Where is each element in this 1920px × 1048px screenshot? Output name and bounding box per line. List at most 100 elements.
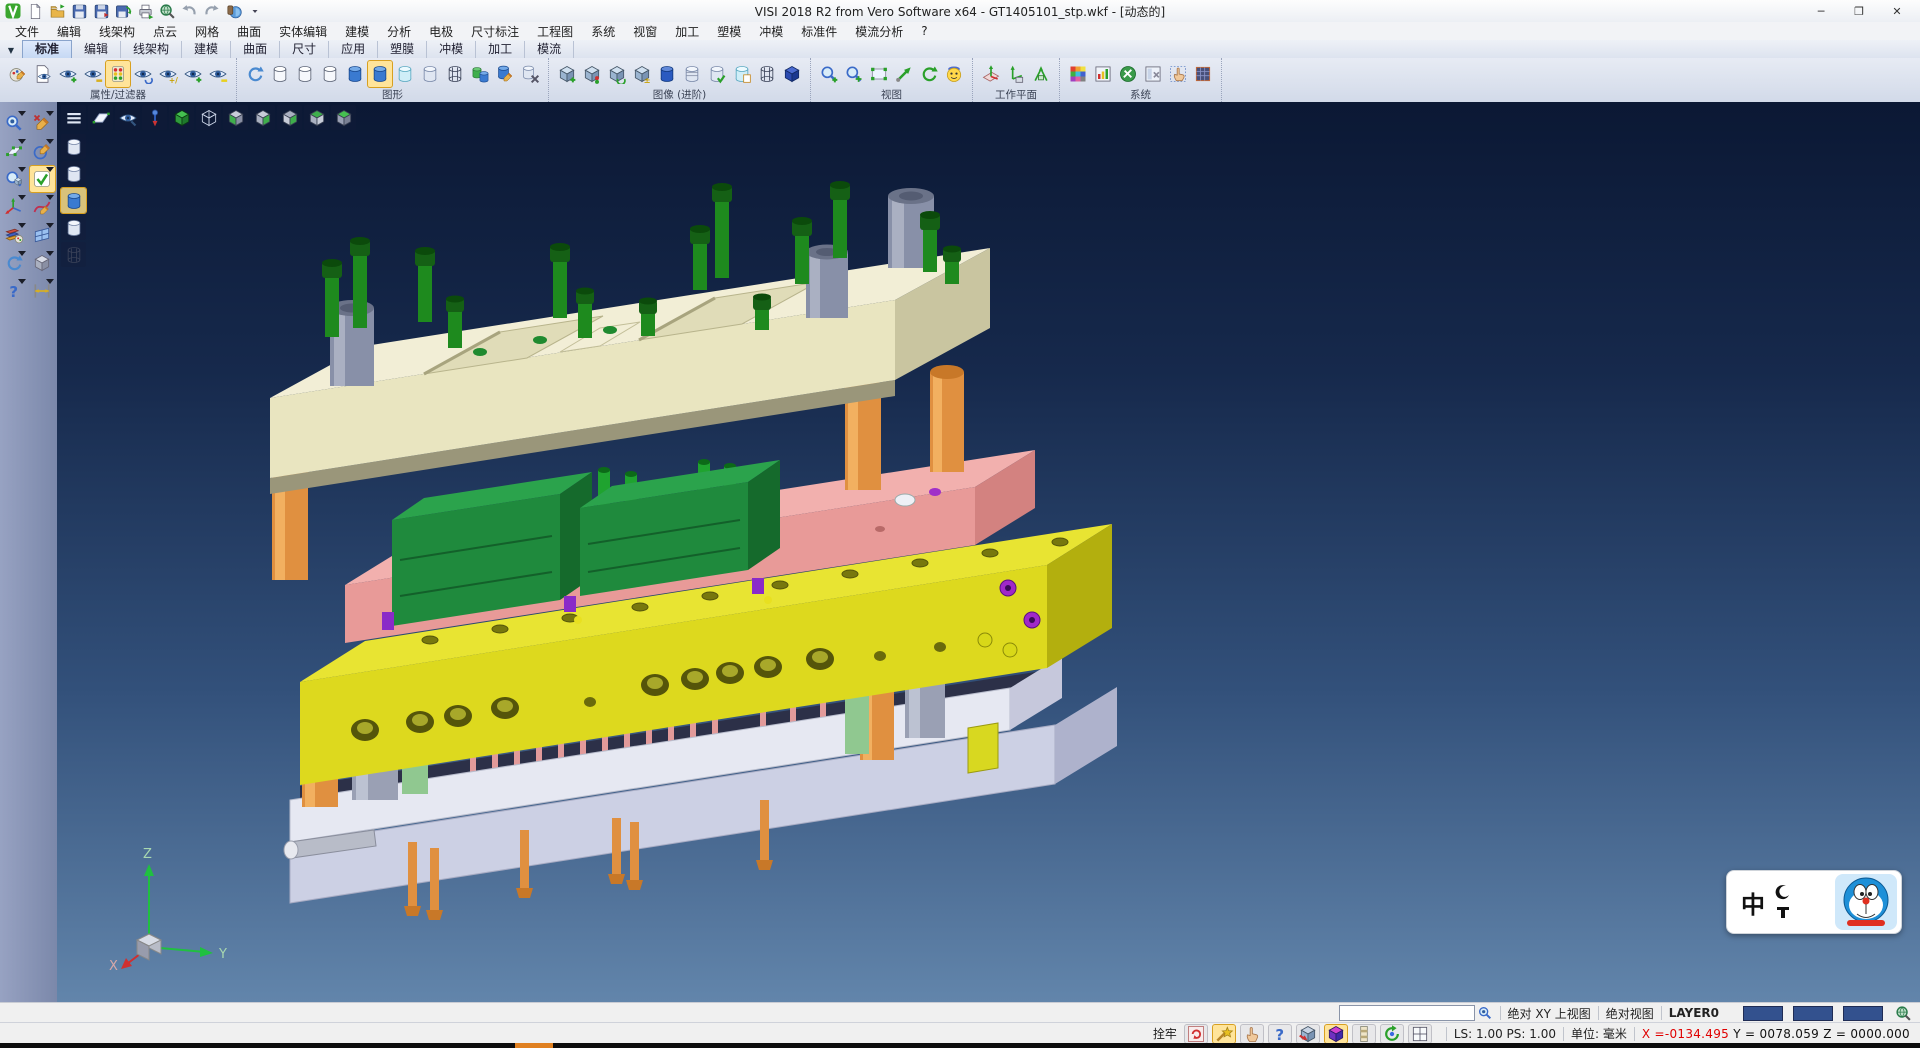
menu-item-4[interactable]: 网格 bbox=[186, 23, 228, 40]
traffic-light-icon[interactable] bbox=[106, 61, 130, 87]
image-settings-icon[interactable] bbox=[1091, 61, 1115, 87]
workplane-axes-icon[interactable] bbox=[979, 61, 1003, 87]
absolute-view-label[interactable]: 绝对视图 bbox=[1606, 1005, 1654, 1022]
color-swatch[interactable] bbox=[1743, 1006, 1783, 1021]
menu-item-16[interactable]: 冲模 bbox=[750, 23, 792, 40]
dropdown-arrow-icon[interactable] bbox=[245, 2, 265, 20]
color-palette-icon[interactable] bbox=[1066, 61, 1090, 87]
new-file-icon[interactable] bbox=[25, 2, 45, 20]
cylinder-tools-icon[interactable] bbox=[518, 61, 542, 87]
eye-remove-icon[interactable] bbox=[81, 61, 105, 87]
menu-item-19[interactable]: ? bbox=[912, 24, 936, 38]
search-icon[interactable] bbox=[1477, 1005, 1493, 1021]
active-layer-label[interactable]: LAYER0 bbox=[1669, 1006, 1719, 1020]
cylinder-outline-icon[interactable] bbox=[318, 61, 342, 87]
menu-item-7[interactable]: 建模 bbox=[336, 23, 378, 40]
hamburger-icon[interactable] bbox=[61, 105, 86, 130]
menu-item-11[interactable]: 工程图 bbox=[528, 23, 582, 40]
cylinder-blue-icon[interactable] bbox=[61, 188, 86, 213]
undo-icon[interactable] bbox=[179, 2, 199, 20]
menu-item-5[interactable]: 曲面 bbox=[228, 23, 270, 40]
wand-icon[interactable] bbox=[1213, 1025, 1235, 1043]
menu-item-13[interactable]: 视窗 bbox=[624, 23, 666, 40]
sketch-pencil-icon[interactable] bbox=[30, 138, 55, 164]
zoom-eye-icon[interactable] bbox=[2, 110, 27, 136]
redo-icon[interactable] bbox=[201, 2, 221, 20]
cube-front-icon[interactable] bbox=[277, 105, 302, 130]
search-input[interactable] bbox=[1339, 1005, 1475, 1021]
cube-refresh-icon[interactable] bbox=[605, 61, 629, 87]
paint-filter-icon[interactable] bbox=[6, 61, 30, 87]
cylinder-pair-icon[interactable] bbox=[468, 61, 492, 87]
cylinder-outline-icon[interactable] bbox=[268, 61, 292, 87]
eye-plusminus-icon[interactable]: +/- bbox=[156, 61, 180, 87]
save-sync-icon[interactable] bbox=[113, 2, 133, 20]
cube-plusminus-icon[interactable]: ± bbox=[630, 61, 654, 87]
menu-item-14[interactable]: 加工 bbox=[666, 23, 708, 40]
tab-overflow-dropdown-icon[interactable]: ▼ bbox=[0, 42, 22, 58]
tab-模流[interactable]: 模流 bbox=[525, 41, 574, 58]
zoom-cube-icon[interactable] bbox=[2, 166, 27, 192]
zoom-add-icon[interactable] bbox=[817, 61, 841, 87]
preview-globe-icon[interactable] bbox=[157, 2, 177, 20]
window-blue-icon[interactable] bbox=[30, 222, 55, 248]
color-swatch[interactable] bbox=[1793, 1006, 1833, 1021]
send-app-icon[interactable] bbox=[223, 2, 243, 20]
frame-select-icon[interactable] bbox=[867, 61, 891, 87]
tab-加工[interactable]: 加工 bbox=[476, 41, 525, 58]
menu-item-1[interactable]: 编辑 bbox=[48, 23, 90, 40]
frame-plane-icon[interactable] bbox=[2, 138, 27, 164]
minimize-button[interactable]: ─ bbox=[1802, 0, 1840, 22]
eye-plus-icon[interactable] bbox=[181, 61, 205, 87]
cylinder-copy-icon[interactable] bbox=[730, 61, 754, 87]
taskbar-app-indicator[interactable] bbox=[515, 1043, 553, 1048]
wcs-axes-icon[interactable] bbox=[2, 194, 27, 220]
save-file-icon[interactable] bbox=[69, 2, 89, 20]
menu-item-8[interactable]: 分析 bbox=[378, 23, 420, 40]
menu-item-15[interactable]: 塑模 bbox=[708, 23, 750, 40]
cube-wire-icon[interactable] bbox=[196, 105, 221, 130]
page-preview-icon[interactable] bbox=[31, 61, 55, 87]
grid-film-icon[interactable] bbox=[1191, 61, 1215, 87]
menu-item-12[interactable]: 系统 bbox=[582, 23, 624, 40]
cylinder-navy-icon[interactable] bbox=[655, 61, 679, 87]
tab-塑膜[interactable]: 塑膜 bbox=[378, 41, 427, 58]
ime-panel[interactable]: 中 bbox=[1726, 870, 1902, 934]
pin-axis-icon[interactable] bbox=[142, 105, 167, 130]
eye-minus-icon[interactable] bbox=[206, 61, 230, 87]
cube-gray-icon[interactable] bbox=[30, 250, 55, 276]
workplane-move-icon[interactable] bbox=[1029, 61, 1053, 87]
cylinder-light-icon[interactable] bbox=[61, 134, 86, 159]
menu-item-0[interactable]: 文件 bbox=[6, 23, 48, 40]
confirm-check-icon[interactable] bbox=[30, 166, 55, 192]
arrow-resize-icon[interactable] bbox=[892, 61, 916, 87]
cube-add-icon[interactable] bbox=[555, 61, 579, 87]
floppy-save-icon[interactable] bbox=[91, 2, 111, 20]
cube-left-icon[interactable] bbox=[223, 105, 248, 130]
refresh-blue-icon[interactable] bbox=[243, 61, 267, 87]
refresh-blue-icon[interactable] bbox=[2, 250, 27, 276]
layers-books-icon[interactable] bbox=[2, 222, 27, 248]
cylinder-light-icon[interactable] bbox=[61, 161, 86, 186]
measure-distance-icon[interactable] bbox=[30, 278, 55, 304]
grid-window-icon[interactable] bbox=[1409, 1025, 1431, 1043]
plane-white-icon[interactable] bbox=[88, 105, 113, 130]
cube-iso-icon[interactable] bbox=[331, 105, 356, 130]
menu-item-9[interactable]: 电极 bbox=[420, 23, 462, 40]
help-question-icon[interactable]: ? bbox=[1269, 1025, 1291, 1043]
open-folder-icon[interactable] bbox=[47, 2, 67, 20]
cylinder-wire-icon[interactable] bbox=[755, 61, 779, 87]
eye-add-icon[interactable] bbox=[56, 61, 80, 87]
cube-arrow-icon[interactable] bbox=[1297, 1025, 1319, 1043]
smiley-face-icon[interactable] bbox=[942, 61, 966, 87]
cylinder-check-icon[interactable] bbox=[705, 61, 729, 87]
cylinder-blue-icon[interactable] bbox=[368, 61, 392, 87]
hand-point-icon[interactable] bbox=[1241, 1025, 1263, 1043]
cube-purple-icon[interactable] bbox=[1325, 1025, 1347, 1043]
eye-zoom-icon[interactable] bbox=[115, 105, 140, 130]
cube-traffic-icon[interactable] bbox=[580, 61, 604, 87]
menu-item-3[interactable]: 点云 bbox=[144, 23, 186, 40]
snap-lock-label[interactable]: 拴牢 bbox=[1153, 1025, 1177, 1042]
menu-item-10[interactable]: 尺寸标注 bbox=[462, 23, 528, 40]
menu-item-18[interactable]: 模流分析 bbox=[846, 23, 912, 40]
